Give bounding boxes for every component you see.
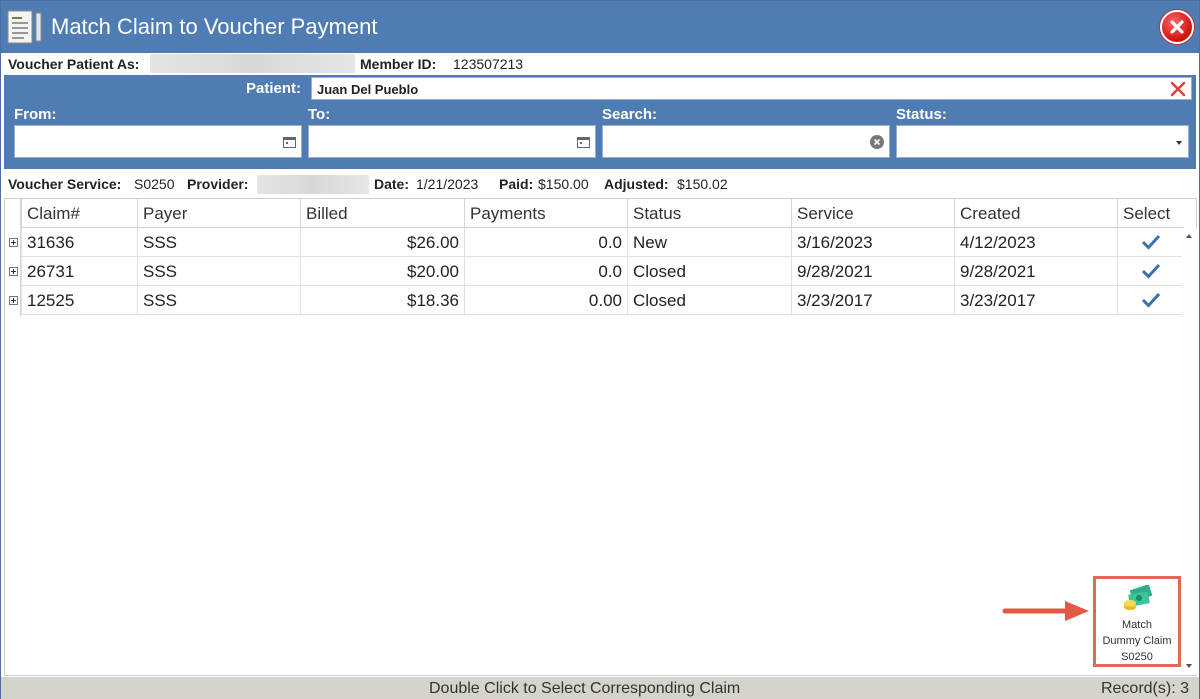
cell-billed: $20.00 [300, 257, 464, 286]
service-label: Voucher Service: [8, 176, 122, 192]
col-service[interactable]: Service [791, 199, 954, 228]
paid-label: Paid: [499, 176, 534, 192]
col-select[interactable]: Select [1117, 199, 1184, 228]
arrow-right-icon [1002, 601, 1089, 621]
col-payer[interactable]: Payer [137, 199, 300, 228]
col-payments[interactable]: Payments [464, 199, 627, 228]
date-label: Date: [374, 176, 410, 192]
status-label: Status: [896, 106, 947, 123]
cell-select[interactable] [1117, 257, 1184, 286]
adjusted-label: Adjusted: [604, 176, 669, 192]
title-bar: Match Claim to Voucher Payment [1, 1, 1199, 53]
provider-label: Provider: [187, 176, 249, 192]
filter-panel: Patient: Juan Del Pueblo From: To: Searc… [4, 75, 1196, 169]
to-date-field[interactable] [308, 125, 596, 158]
calendar-icon[interactable] [577, 136, 590, 148]
scroll-down-icon[interactable] [1186, 664, 1192, 668]
match-line-1: Match [1122, 619, 1152, 631]
cell-created: 9/28/2021 [954, 257, 1117, 286]
table-row[interactable]: 26731 SSS $20.00 0.0 Closed 9/28/2021 9/… [9, 257, 1184, 286]
adjusted-value: $150.02 [677, 176, 728, 192]
table-row[interactable]: 12525 SSS $18.36 0.00 Closed 3/23/2017 3… [9, 286, 1184, 315]
window-title: Match Claim to Voucher Payment [51, 14, 378, 39]
expand-row-icon[interactable] [9, 267, 18, 276]
match-claim-window: Match Claim to Voucher Payment Voucher P… [0, 0, 1200, 699]
expand-row-icon[interactable] [9, 296, 18, 305]
cell-payer: SSS [137, 228, 300, 257]
scroll-up-icon[interactable] [1186, 234, 1192, 238]
cell-service: 3/16/2023 [791, 228, 954, 257]
chevron-down-icon[interactable] [1176, 141, 1182, 145]
expand-row-icon[interactable] [9, 238, 18, 247]
col-status[interactable]: Status [627, 199, 791, 228]
cell-service: 3/23/2017 [791, 286, 954, 315]
cell-billed: $18.36 [300, 286, 464, 315]
calendar-icon[interactable] [283, 136, 296, 148]
from-date-field[interactable] [14, 125, 302, 158]
service-value: S0250 [134, 176, 175, 192]
member-id-label: Member ID: [360, 56, 437, 72]
money-stack-icon [1124, 585, 1153, 610]
cell-status: New [627, 228, 791, 257]
cell-payer: SSS [137, 286, 300, 315]
clear-search-icon[interactable] [870, 135, 884, 149]
status-dropdown[interactable] [896, 125, 1189, 158]
grid-header: Claim# Payer Billed Payments Status Serv… [21, 199, 1184, 228]
vertical-scrollbar[interactable] [1182, 229, 1197, 674]
search-label: Search: [602, 106, 658, 123]
cell-status: Closed [627, 286, 791, 315]
col-claim[interactable]: Claim# [21, 199, 137, 228]
cell-select[interactable] [1117, 228, 1184, 257]
patient-label: Patient: [246, 80, 302, 97]
clear-patient-icon[interactable] [1169, 80, 1187, 98]
paid-value: $150.00 [538, 176, 589, 192]
checkmark-icon[interactable] [1141, 234, 1161, 250]
to-label: To: [308, 106, 331, 123]
document-list-icon [6, 10, 46, 46]
cell-status: Closed [627, 257, 791, 286]
cell-claim: 26731 [21, 257, 137, 286]
search-input[interactable] [602, 125, 890, 158]
cell-claim: 12525 [21, 286, 137, 315]
close-icon[interactable] [1160, 10, 1194, 44]
patient-field[interactable]: Juan Del Pueblo [311, 77, 1192, 100]
from-label: From: [14, 106, 57, 123]
cell-payments: 0.00 [464, 286, 627, 315]
voucher-service-row: Voucher Service: S0250 Provider: Date: 1… [1, 173, 1199, 195]
match-line-2: Dummy Claim [1102, 635, 1172, 647]
cell-service: 9/28/2021 [791, 257, 954, 286]
redacted-provider [257, 175, 369, 194]
checkmark-icon[interactable] [1141, 292, 1161, 308]
col-created[interactable]: Created [954, 199, 1117, 228]
status-bar: Double Click to Select Corresponding Cla… [1, 677, 1199, 699]
status-hint: Double Click to Select Corresponding Cla… [429, 680, 741, 697]
cell-payments: 0.0 [464, 257, 627, 286]
date-value: 1/21/2023 [416, 176, 479, 192]
record-count: Record(s): 3 [1100, 680, 1189, 697]
col-billed[interactable]: Billed [300, 199, 464, 228]
cell-payments: 0.0 [464, 228, 627, 257]
table-row[interactable]: 31636 SSS $26.00 0.0 New 3/16/2023 4/12/… [9, 228, 1184, 257]
match-line-3: S0250 [1121, 651, 1153, 663]
cell-billed: $26.00 [300, 228, 464, 257]
match-dummy-claim-button[interactable]: Match Dummy Claim S0250 [1093, 576, 1181, 667]
cell-created: 3/23/2017 [954, 286, 1117, 315]
cell-payer: SSS [137, 257, 300, 286]
cell-select[interactable] [1117, 286, 1184, 315]
redacted-patient-name [150, 54, 355, 73]
member-id-value: 123507213 [453, 56, 524, 72]
voucher-patient-row: Voucher Patient As: Member ID: 123507213 [1, 53, 1199, 75]
cell-claim: 31636 [21, 228, 137, 257]
checkmark-icon[interactable] [1141, 263, 1161, 279]
voucher-patient-label: Voucher Patient As: [8, 56, 140, 72]
patient-value: Juan Del Pueblo [317, 82, 419, 97]
cell-created: 4/12/2023 [954, 228, 1117, 257]
